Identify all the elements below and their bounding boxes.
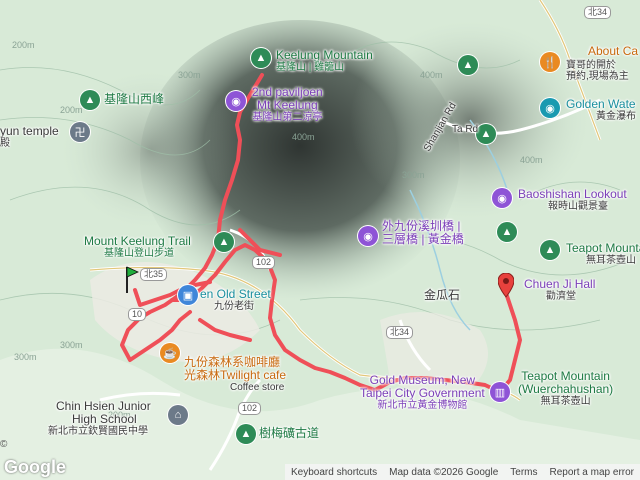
poi-teapot-2[interactable]: Teapot Mountain (Wuerchahushan) 無耳茶壺山: [518, 370, 614, 408]
road-shield: 北34: [584, 6, 612, 19]
poi-name-zh: 殿: [0, 138, 10, 149]
street-name: Ta Rd: [452, 124, 479, 135]
camera-icon[interactable]: ◉: [226, 91, 246, 111]
contour-label: 400m: [420, 70, 443, 80]
road-shield: 10: [128, 308, 147, 321]
worship-icon[interactable]: 卍: [70, 122, 90, 142]
poi-name: Taipei City Government: [360, 386, 485, 400]
contour-label: 400m: [520, 155, 543, 165]
poi-name: Mount Keelung Trail: [84, 234, 191, 248]
poi-name-zh: 基隆山登山步道: [104, 248, 174, 259]
park-icon[interactable]: ▲: [236, 424, 256, 444]
poi-desc: 預約,現場為主: [566, 71, 629, 82]
poi-name-zh: 勸濟堂: [546, 291, 576, 302]
poi-keelung-mountain[interactable]: Keelung Mountain 基隆山 | 雞籠山: [276, 48, 373, 74]
poi-second-pavilion[interactable]: 2nd paviljoen Mt Keelung 基隆山第二涼亭: [252, 86, 323, 124]
park-icon[interactable]: ▲: [251, 48, 271, 68]
bag-icon[interactable]: ▣: [178, 285, 198, 305]
contour-label: 300m: [402, 170, 425, 180]
end-pin-icon[interactable]: [497, 272, 515, 299]
poi-name: Golden Wate: [566, 97, 636, 111]
poi-about-cafe-desc: 寶哥的開於 預約,現場為主: [566, 60, 629, 82]
contour-label: 200m: [12, 40, 35, 50]
map-data-text: Map data ©2026 Google: [389, 466, 499, 478]
poi-name: High School: [72, 412, 137, 426]
contour-label: 300m: [60, 340, 83, 350]
poi-forest-cafe[interactable]: 九份森林系咖啡廳 光森林Twilight cafe Coffee store: [184, 356, 287, 394]
school-icon[interactable]: ⌂: [168, 405, 188, 425]
poi-name-zh: 黃金瀑布: [596, 111, 636, 122]
poi-about-cafe[interactable]: About Ca: [588, 45, 638, 58]
poi-desc: 寶哥的開於: [566, 60, 616, 71]
poi-old-street[interactable]: en Old Street 九份老街: [200, 287, 271, 313]
poi-name: About Ca: [588, 44, 639, 58]
museum-icon[interactable]: ▥: [490, 382, 510, 402]
start-flag-icon[interactable]: [125, 265, 139, 293]
contour-label: 200m: [60, 105, 83, 115]
poi-name: (Wuerchahushan): [518, 382, 614, 396]
camera-icon[interactable]: ◉: [540, 98, 560, 118]
attribution-bar: Keyboard shortcuts Map data ©2026 Google…: [284, 464, 640, 480]
contour-label: 300m: [14, 352, 37, 362]
poi-shumei-trail[interactable]: 樹梅礦古道: [259, 427, 319, 440]
park-icon[interactable]: ▲: [476, 124, 496, 144]
contour-label: 300m: [178, 70, 201, 80]
poi-name-zh: 九份老街: [214, 301, 254, 312]
park-icon[interactable]: ▲: [497, 222, 517, 242]
poi-golden-waterfall[interactable]: Golden Wate 黃金瀑布: [566, 97, 636, 123]
poi-baoshishan[interactable]: Baoshishan Lookout 報時山觀景臺: [518, 187, 627, 213]
poi-outer-bridge[interactable]: 外九份溪圳橋 | 三層橋 | 黃金橋: [382, 220, 464, 246]
keyboard-shortcuts-link[interactable]: Keyboard shortcuts: [285, 467, 383, 478]
park-icon[interactable]: ▲: [540, 240, 560, 260]
place-jinguashi[interactable]: 金瓜石: [424, 289, 460, 302]
poi-trail[interactable]: Mount Keelung Trail 基隆山登山步道: [84, 234, 191, 260]
contour-label: 400m: [292, 132, 315, 142]
road-shield: 北35: [140, 268, 168, 281]
poi-name-zh: 基隆山第二涼亭: [252, 112, 323, 123]
poi-name: Teapot Mountain: [566, 241, 640, 255]
poi-temple[interactable]: yun temple 殿: [0, 124, 59, 150]
poi-name: Baoshishan Lookout: [518, 187, 627, 201]
camera-icon[interactable]: ◉: [358, 226, 378, 246]
park-icon[interactable]: ▲: [80, 90, 100, 110]
poi-school[interactable]: Chin Hsien Junior High School 新北市立欽賢國民中學: [48, 400, 151, 438]
poi-name-zh: 新北市立黃金博物館: [377, 400, 468, 411]
food-icon[interactable]: 🍴: [540, 52, 560, 72]
poi-name: Chuen Ji Hall: [524, 277, 596, 291]
poi-name-zh: 新北市立欽賢國民中學: [48, 426, 148, 437]
road-shield: 102: [238, 402, 262, 415]
poi-gold-museum[interactable]: Gold Museum, New Taipei City Government …: [360, 374, 485, 412]
poi-name-zh: 報時山觀景臺: [548, 201, 608, 212]
terms-link[interactable]: Terms: [504, 467, 543, 478]
poi-name: Mt Keelung: [257, 98, 318, 112]
poi-name: Keelung Mountain: [276, 48, 373, 62]
poi-name-zh: 無耳茶壺山: [586, 255, 636, 266]
report-error-link[interactable]: Report a map error: [544, 467, 640, 478]
camera-icon[interactable]: ◉: [492, 188, 512, 208]
poi-teapot-1[interactable]: Teapot Mountain 無耳茶壺山: [566, 241, 640, 267]
coffee-icon[interactable]: ☕: [160, 343, 180, 363]
poi-name-zh: 基隆山 | 雞籠山: [276, 62, 345, 73]
poi-name-zh: 無耳茶壺山: [540, 396, 591, 407]
poi-west-peak[interactable]: 基隆山西峰: [104, 93, 164, 106]
poi-name: en Old Street: [200, 287, 271, 301]
copyright-mark: ©: [0, 439, 8, 450]
poi-chuen-ji-hall[interactable]: Chuen Ji Hall 勸濟堂: [524, 277, 596, 303]
park-icon[interactable]: ▲: [214, 232, 234, 252]
road-shield: 102: [252, 256, 276, 269]
poi-name: 三層橋 | 黃金橋: [382, 232, 464, 246]
poi-name: yun temple: [0, 124, 59, 138]
road-shield: 北34: [386, 326, 414, 339]
google-logo[interactable]: Google: [4, 457, 66, 478]
poi-name: 光森林Twilight cafe: [184, 368, 287, 382]
poi-category: Coffee store: [230, 382, 285, 393]
park-icon[interactable]: ▲: [458, 55, 478, 75]
